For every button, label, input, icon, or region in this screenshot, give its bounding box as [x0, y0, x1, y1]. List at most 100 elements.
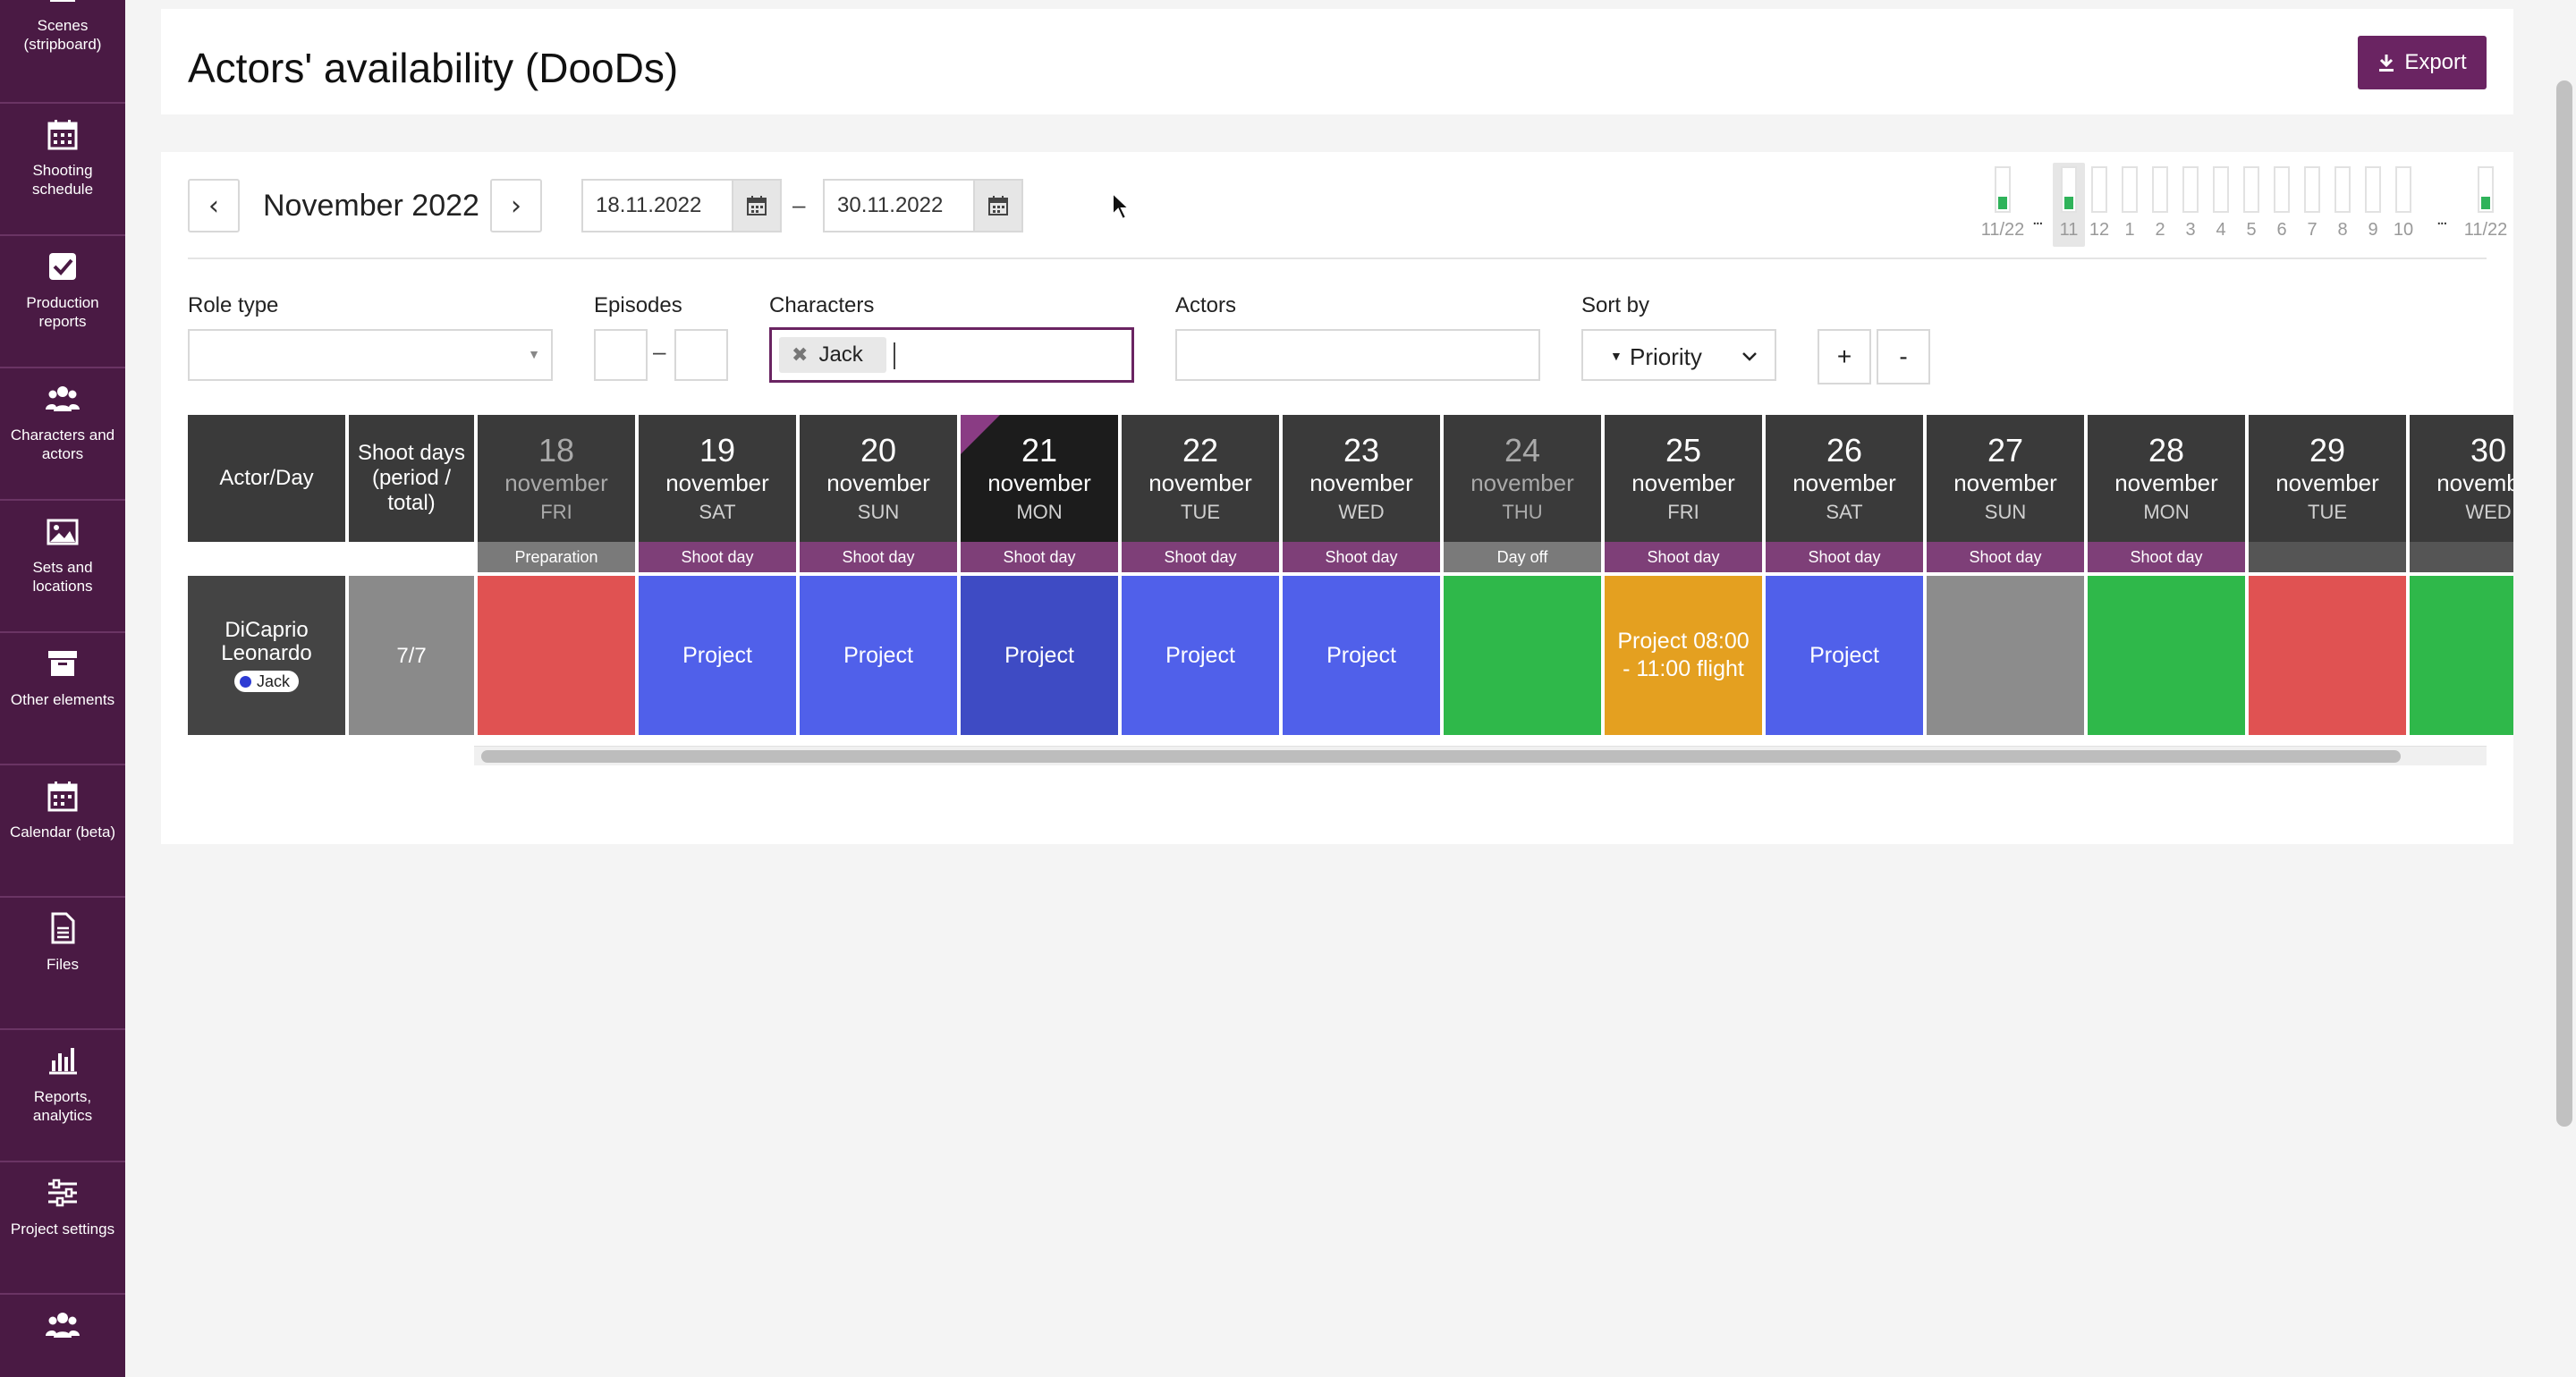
character-chip[interactable]: ✖ Jack: [779, 337, 886, 373]
day-weekday: TUE: [1181, 501, 1220, 523]
export-button[interactable]: Export: [2358, 36, 2487, 89]
day-month: november: [1148, 469, 1252, 496]
availability-cell-text: Project: [1326, 642, 1396, 668]
availability-cell[interactable]: [1444, 576, 1601, 735]
availability-cell[interactable]: [2088, 576, 2245, 735]
sidebar-item-scenes-stripboard[interactable]: Scenes (stripboard): [0, 0, 125, 104]
sort-by-select[interactable]: ▼ Priority: [1581, 329, 1776, 381]
day-header[interactable]: 20 november SUN: [800, 415, 957, 542]
sidebar-item-project-settings[interactable]: Project settings: [0, 1162, 125, 1295]
sidebar-item-files[interactable]: Files: [0, 898, 125, 1030]
prev-month-button[interactable]: ‹: [188, 179, 240, 232]
actor-cell[interactable]: DiCaprio Leonardo Jack: [188, 576, 345, 735]
day-header[interactable]: 24 november THU: [1444, 415, 1601, 542]
availability-cell[interactable]: Project: [1283, 576, 1440, 735]
shoot-days-header-label: Shoot days (period / total): [357, 441, 466, 515]
zoom-out-button[interactable]: -: [1877, 329, 1930, 384]
day-number: 29: [2309, 432, 2346, 469]
date-from-field[interactable]: 18.11.2022: [581, 179, 782, 232]
mini-timeline-bar[interactable]: [2182, 166, 2199, 213]
day-header[interactable]: 19 november SAT: [639, 415, 796, 542]
sidebar-item-reports-analytics[interactable]: Reports, analytics: [0, 1030, 125, 1162]
zoom-in-button[interactable]: +: [1818, 329, 1871, 384]
availability-cell[interactable]: [2410, 576, 2513, 735]
day-header[interactable]: 21 november MON: [961, 415, 1118, 542]
mini-timeline-fill: [2481, 197, 2490, 209]
availability-cell[interactable]: Project 08:00 - 11:00 flight: [1605, 576, 1762, 735]
day-header[interactable]: 26 november SAT: [1766, 415, 1923, 542]
day-month: november: [2114, 469, 2218, 496]
mini-timeline-bar[interactable]: [2478, 166, 2494, 213]
actors-input[interactable]: [1175, 329, 1540, 381]
day-month: november: [826, 469, 930, 496]
next-month-button[interactable]: ›: [490, 179, 542, 232]
day-header[interactable]: 22 november TUE: [1122, 415, 1279, 542]
date-range-dash: –: [792, 191, 806, 218]
calendar-icon[interactable]: [732, 181, 780, 231]
day-header[interactable]: 28 november MON: [2088, 415, 2245, 542]
availability-cell[interactable]: [478, 576, 635, 735]
sidebar-item-more[interactable]: [0, 1295, 125, 1377]
availability-cell[interactable]: Project: [961, 576, 1118, 735]
mini-timeline-bar[interactable]: [2213, 166, 2229, 213]
day-header[interactable]: 29 november TUE: [2249, 415, 2406, 542]
mini-timeline-bar[interactable]: [2274, 166, 2290, 213]
day-header[interactable]: 23 november WED: [1283, 415, 1440, 542]
day-header[interactable]: 25 november FRI: [1605, 415, 1762, 542]
availability-cell[interactable]: Project: [639, 576, 796, 735]
scrollbar-thumb[interactable]: [481, 750, 2401, 763]
availability-cell-text: Project: [1004, 642, 1074, 668]
archive-icon: [45, 646, 80, 681]
header-card: Actors' availability (DooDs) Export: [161, 9, 2513, 114]
characters-input[interactable]: ✖ Jack: [769, 327, 1134, 383]
day-type-label: Shoot day: [1605, 542, 1762, 572]
mini-timeline-bar[interactable]: [2122, 166, 2138, 213]
day-header[interactable]: 30november WED: [2410, 415, 2513, 542]
actor-day-header-label: Actor/Day: [219, 466, 314, 490]
type-row-spacer: [188, 542, 474, 572]
mini-timeline-bar[interactable]: [2061, 166, 2077, 213]
mini-timeline-bar[interactable]: [2334, 166, 2351, 213]
mini-timeline[interactable]: 11/22 11 12 1 2 3 4 5 6 7 8 9 10 11/22......: [1981, 163, 2507, 256]
availability-cell[interactable]: Project: [1122, 576, 1279, 735]
day-weekday: TUE: [2308, 501, 2347, 523]
mini-timeline-bar[interactable]: [1995, 166, 2011, 213]
sidebar-item-label: Other elements: [10, 691, 115, 708]
mini-timeline-bar[interactable]: [2365, 166, 2381, 213]
sidebar-item-label: Production reports: [26, 294, 99, 330]
role-type-select[interactable]: ▼: [188, 329, 553, 381]
calendar-grid-icon: [45, 116, 80, 152]
sidebar-item-characters-and-actors[interactable]: Characters and actors: [0, 368, 125, 501]
sidebar-item-label: Shooting schedule: [31, 162, 94, 198]
sidebar-item-other-elements[interactable]: Other elements: [0, 633, 125, 765]
episodes-to-input[interactable]: [674, 329, 728, 381]
day-number: 24: [1504, 432, 1541, 469]
role-badge: Jack: [233, 671, 299, 692]
day-type-label: [2410, 542, 2513, 572]
availability-cell[interactable]: Project: [800, 576, 957, 735]
day-type-label: Shoot day: [1283, 542, 1440, 572]
day-header[interactable]: 18 november FRI: [478, 415, 635, 542]
calendar-icon[interactable]: [973, 181, 1021, 231]
date-to-field[interactable]: 30.11.2022: [823, 179, 1023, 232]
day-type-label: Shoot day: [2088, 542, 2245, 572]
day-header[interactable]: 27 november SUN: [1927, 415, 2084, 542]
day-number: 20: [860, 432, 897, 469]
sidebar-item-sets-and-locations[interactable]: Sets and locations: [0, 501, 125, 633]
sidebar-item-calendar-beta[interactable]: Calendar (beta): [0, 765, 125, 898]
mini-timeline-bar[interactable]: [2304, 166, 2320, 213]
page-scrollbar[interactable]: [2556, 80, 2572, 1127]
mini-timeline-bar[interactable]: [2243, 166, 2259, 213]
mini-timeline-bar[interactable]: [2091, 166, 2107, 213]
day-number: 25: [1665, 432, 1702, 469]
availability-cell[interactable]: [1927, 576, 2084, 735]
horizontal-scrollbar[interactable]: [474, 746, 2487, 765]
episodes-from-input[interactable]: [594, 329, 648, 381]
sidebar-item-shooting-schedule[interactable]: Shooting schedule: [0, 104, 125, 236]
sidebar-item-production-reports[interactable]: Production reports: [0, 236, 125, 368]
availability-cell[interactable]: [2249, 576, 2406, 735]
close-icon[interactable]: ✖: [792, 343, 808, 367]
mini-timeline-bar[interactable]: [2152, 166, 2168, 213]
availability-cell[interactable]: Project: [1766, 576, 1923, 735]
mini-timeline-bar[interactable]: [2395, 166, 2411, 213]
